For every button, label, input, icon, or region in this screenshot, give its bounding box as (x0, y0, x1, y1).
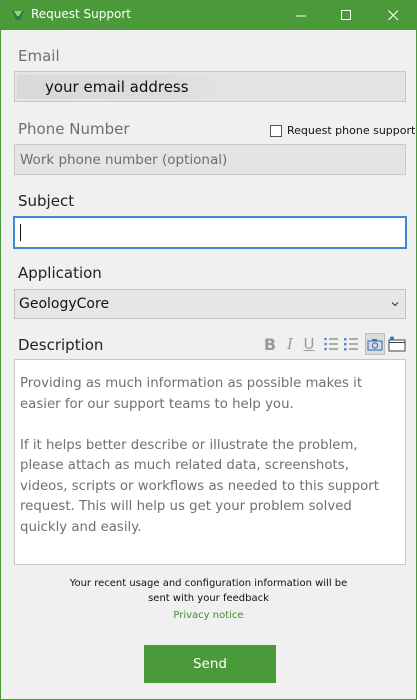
email-field[interactable]: your email address (14, 71, 406, 102)
phone-placeholder: Work phone number (optional) (20, 151, 228, 168)
close-icon (387, 9, 398, 20)
usage-notice-line: sent with your feedback (148, 593, 269, 604)
description-label: Description (18, 336, 104, 354)
numbered-list-button[interactable] (342, 333, 360, 355)
request-phone-support-checkbox[interactable] (270, 124, 282, 137)
numbered-list-icon (344, 338, 358, 351)
application-label: Application (18, 264, 102, 282)
description-textarea[interactable]: Providing as much information as possibl… (14, 359, 406, 565)
camera-icon (367, 339, 383, 351)
minimize-icon (295, 15, 306, 16)
usage-notice: Your recent usage and configuration info… (1, 576, 416, 606)
privacy-notice-link[interactable]: Privacy notice (1, 610, 416, 621)
bulleted-list-button[interactable] (322, 333, 340, 355)
description-placeholder-paragraph: If it helps better describe or illustrat… (20, 437, 379, 535)
text-caret (20, 224, 21, 241)
screenshot-window-icon (388, 336, 406, 352)
usage-notice-line: Your recent usage and configuration info… (69, 578, 348, 589)
italic-icon: I (287, 335, 293, 353)
email-value: your email address (17, 75, 233, 99)
description-placeholder-paragraph: Providing as much information as possibl… (20, 376, 363, 412)
bold-button[interactable]: B (261, 333, 279, 355)
bold-icon: B (263, 334, 277, 354)
minimize-button[interactable] (279, 0, 323, 30)
send-button[interactable]: Send (144, 645, 276, 683)
maximize-icon (340, 9, 351, 20)
request-phone-support-label: Request phone support (287, 124, 416, 137)
underline-icon: U (303, 335, 315, 353)
underline-button[interactable]: U (300, 333, 318, 355)
phone-field[interactable]: Work phone number (optional) (14, 144, 406, 175)
camera-button[interactable] (365, 333, 385, 355)
italic-button[interactable]: I (281, 333, 299, 355)
phone-label: Phone Number (18, 120, 130, 138)
title-bar[interactable]: Request Support (1, 0, 416, 30)
chevron-down-icon (391, 302, 399, 307)
maximize-button[interactable] (324, 0, 368, 30)
application-selected-value: GeologyCore (19, 296, 110, 312)
screenshot-window-button[interactable] (387, 333, 407, 355)
application-select[interactable]: GeologyCore (14, 289, 406, 319)
subject-input[interactable] (13, 216, 407, 249)
subject-label: Subject (18, 192, 75, 210)
app-logo-icon (12, 11, 24, 20)
bulleted-list-icon (324, 337, 338, 351)
request-phone-support-option[interactable]: Request phone support (270, 124, 415, 137)
request-support-window: Request Support Email your email address… (1, 0, 416, 699)
window-title: Request Support (31, 7, 131, 21)
close-button[interactable] (371, 0, 415, 30)
email-label: Email (18, 47, 60, 65)
